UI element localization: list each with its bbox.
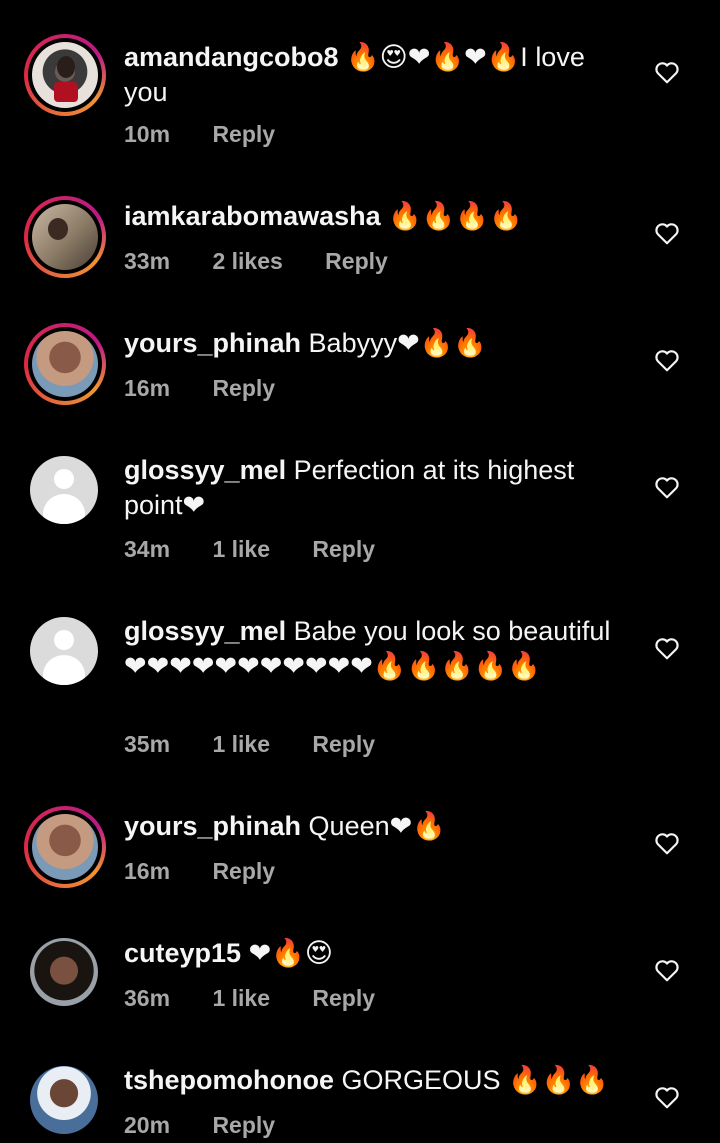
comment-username[interactable]: amandangcobo8 — [124, 42, 339, 72]
heart-outline-icon[interactable] — [654, 475, 680, 499]
comment-text: Babyyy❤🔥🔥 — [308, 328, 487, 358]
comment-time: 16m — [124, 375, 171, 401]
comment-text: Queen❤🔥 — [308, 811, 446, 841]
comment-time: 35m — [124, 731, 171, 757]
reply-button[interactable]: Reply — [325, 248, 388, 274]
comment-username[interactable]: yours_phinah — [124, 811, 301, 841]
reply-button[interactable]: Reply — [212, 121, 275, 147]
heart-outline-icon[interactable] — [654, 831, 680, 855]
comment-text: 🔥🔥🔥🔥 — [388, 201, 523, 231]
reply-button[interactable]: Reply — [312, 985, 375, 1011]
heart-outline-icon[interactable] — [654, 636, 680, 660]
comment-username[interactable]: cuteyp15 — [124, 938, 241, 968]
default-profile-icon[interactable] — [30, 617, 98, 685]
avatar-story-ring[interactable] — [24, 34, 106, 116]
heart-outline-icon[interactable] — [654, 60, 680, 84]
reply-button[interactable]: Reply — [212, 1112, 275, 1138]
likes-count[interactable]: 1 like — [212, 731, 270, 757]
avatar — [32, 814, 98, 880]
avatar — [32, 204, 98, 270]
comment-time: 10m — [124, 121, 171, 147]
heart-outline-icon[interactable] — [654, 958, 680, 982]
heart-outline-icon[interactable] — [654, 348, 680, 372]
comment-time: 34m — [124, 536, 171, 562]
reply-button[interactable]: Reply — [312, 731, 375, 757]
reply-button[interactable]: Reply — [212, 858, 275, 884]
default-profile-icon[interactable] — [30, 456, 98, 524]
likes-count[interactable]: 1 like — [212, 985, 270, 1011]
avatar[interactable] — [30, 938, 98, 1006]
comment-text: ❤🔥😍 — [248, 938, 333, 968]
heart-outline-icon[interactable] — [654, 221, 680, 245]
likes-count[interactable]: 1 like — [212, 536, 270, 562]
avatar-story-ring[interactable] — [24, 323, 106, 405]
comment-username[interactable]: glossyy_mel — [124, 455, 286, 485]
comment-username[interactable]: iamkarabomawasha — [124, 201, 381, 231]
comment-time: 16m — [124, 858, 171, 884]
avatar — [32, 331, 98, 397]
reply-button[interactable]: Reply — [312, 536, 375, 562]
likes-count[interactable]: 2 likes — [212, 248, 282, 274]
comment-username[interactable]: glossyy_mel — [124, 616, 286, 646]
avatar — [32, 42, 98, 108]
heart-outline-icon[interactable] — [654, 1085, 680, 1109]
comment-time: 33m — [124, 248, 171, 274]
avatar[interactable] — [30, 1066, 98, 1134]
comment-username[interactable]: yours_phinah — [124, 328, 301, 358]
comment-time: 20m — [124, 1112, 171, 1138]
comment-time: 36m — [124, 985, 171, 1011]
reply-button[interactable]: Reply — [212, 375, 275, 401]
avatar-story-ring[interactable] — [24, 806, 106, 888]
comment-username[interactable]: tshepomohonoe — [124, 1065, 334, 1095]
comment-text: GORGEOUS 🔥🔥🔥 — [341, 1065, 609, 1095]
avatar-story-ring[interactable] — [24, 196, 106, 278]
